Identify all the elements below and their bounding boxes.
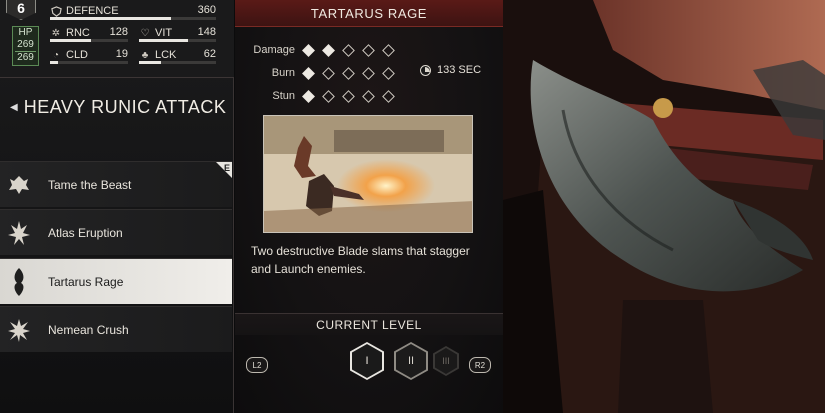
current-level-label: CURRENT LEVEL [316, 317, 422, 332]
stat-bar [50, 17, 216, 20]
ability-preview-image [263, 115, 473, 233]
stat-bar-fill [139, 61, 161, 64]
stat-bar-fill [50, 17, 172, 20]
eruption-icon [0, 210, 38, 256]
hp-label: HP [18, 27, 33, 38]
stat-bar [139, 61, 216, 64]
attribute-label: Stun [272, 90, 295, 102]
rating-diamond-icon [361, 89, 375, 103]
stat-cld: ◔ CLD 19 [50, 45, 128, 65]
rating-diamond-icon [301, 89, 315, 103]
preview-scene [264, 116, 472, 232]
ability-name: Atlas Eruption [48, 225, 123, 240]
stat-defence: DEFENCE 360 [50, 1, 216, 21]
stat-lck: ♣ LCK 62 [139, 45, 216, 65]
cooldown-icon: ◔ [52, 49, 60, 61]
stat-vit: ♡ VIT 148 [139, 23, 216, 43]
ability-name: Tartarus Rage [48, 274, 124, 289]
hp-max: 269 [17, 52, 34, 63]
rating-diamond-icon [301, 66, 315, 80]
stat-value: 19 [115, 48, 128, 60]
hp-current: 269 [17, 39, 34, 50]
cooldown-value: 133 SEC [437, 64, 482, 76]
character-artwork [503, 0, 825, 413]
stat-label: CLD [66, 49, 89, 61]
l2-button[interactable]: L2 [246, 357, 268, 373]
ability-name: Tame the Beast [48, 177, 132, 192]
shield-icon [50, 5, 62, 17]
rating-diamond-icon [321, 66, 335, 80]
rating-diamond-icon [381, 43, 395, 57]
stat-bar [139, 39, 216, 42]
current-level-header: CURRENT LEVEL [235, 313, 503, 335]
ability-item-tartarus-rage[interactable]: Tartarus Rage [0, 258, 232, 304]
stat-label: RNC [66, 27, 90, 39]
level-badge: 6 [6, 0, 36, 20]
section-title: HEAVY RUNIC ATTACK [23, 96, 227, 117]
detail-title: TARTARUS RAGE [310, 5, 428, 21]
stat-bar-fill [139, 39, 189, 42]
clover-icon: ♣ [141, 49, 149, 61]
rating-diamond-icon [341, 43, 355, 57]
attribute-label: Damage [253, 44, 295, 56]
heart-icon: ♡ [140, 27, 150, 39]
hp-box: HP 269 269 [12, 26, 39, 66]
cooldown-timer: 133 SEC [420, 64, 481, 76]
ability-item-atlas-eruption[interactable]: Atlas Eruption [0, 209, 232, 255]
rage-icon [0, 259, 38, 305]
clock-icon [420, 64, 431, 76]
crush-icon [0, 307, 38, 353]
rating-diamond-icon [381, 66, 395, 80]
stat-bar-fill [50, 39, 91, 42]
rating-diamond-icon [361, 66, 375, 80]
stat-bar-fill [50, 61, 58, 64]
rating-diamond-icon [361, 43, 375, 57]
attribute-row-stun: Stun [235, 87, 401, 105]
rating-diamond-icon [301, 43, 315, 57]
stat-bar [50, 39, 128, 42]
runic-icon: ✲ [51, 27, 61, 39]
stat-label: VIT [155, 27, 173, 39]
ability-item-nemean-crush[interactable]: Nemean Crush [0, 306, 232, 352]
stat-value: 148 [197, 26, 216, 38]
rating-diamond-icon [341, 66, 355, 80]
rating-diamond-icon [321, 43, 335, 57]
attribute-row-burn: Burn [235, 64, 401, 82]
stat-value: 360 [197, 4, 216, 16]
rating-diamond-icon [381, 89, 395, 103]
beast-icon [0, 162, 38, 208]
stats-panel: 6 HP 269 269 DEFENCE 360 ✲ RNC 128 ♡ VIT… [0, 0, 234, 78]
back-arrow-icon[interactable]: ◀ [10, 102, 18, 113]
rating-diamond-icon [341, 89, 355, 103]
stat-label: LCK [155, 49, 177, 61]
attribute-label: Burn [271, 67, 295, 79]
ability-item-tame-the-beast[interactable]: Tame the Beast E [0, 161, 232, 207]
stat-bar [50, 61, 128, 64]
blade-of-chaos-illustration [503, 0, 825, 413]
attribute-row-damage: Damage [235, 41, 401, 59]
detail-title-bar: TARTARUS RAGE [235, 0, 503, 27]
stat-label: DEFENCE [66, 5, 119, 17]
level-value: 6 [17, 0, 25, 16]
ability-name: Nemean Crush [48, 322, 129, 337]
r2-button[interactable]: R2 [469, 357, 491, 373]
section-header: ◀ HEAVY RUNIC ATTACK [10, 95, 230, 119]
stat-value: 62 [203, 48, 216, 60]
stat-rnc: ✲ RNC 128 [50, 23, 128, 43]
equipped-tag: E [216, 162, 232, 178]
rating-diamond-icon [321, 89, 335, 103]
stat-value: 128 [109, 26, 128, 38]
ability-description: Two destructive Blade slams that stagger… [251, 244, 470, 276]
